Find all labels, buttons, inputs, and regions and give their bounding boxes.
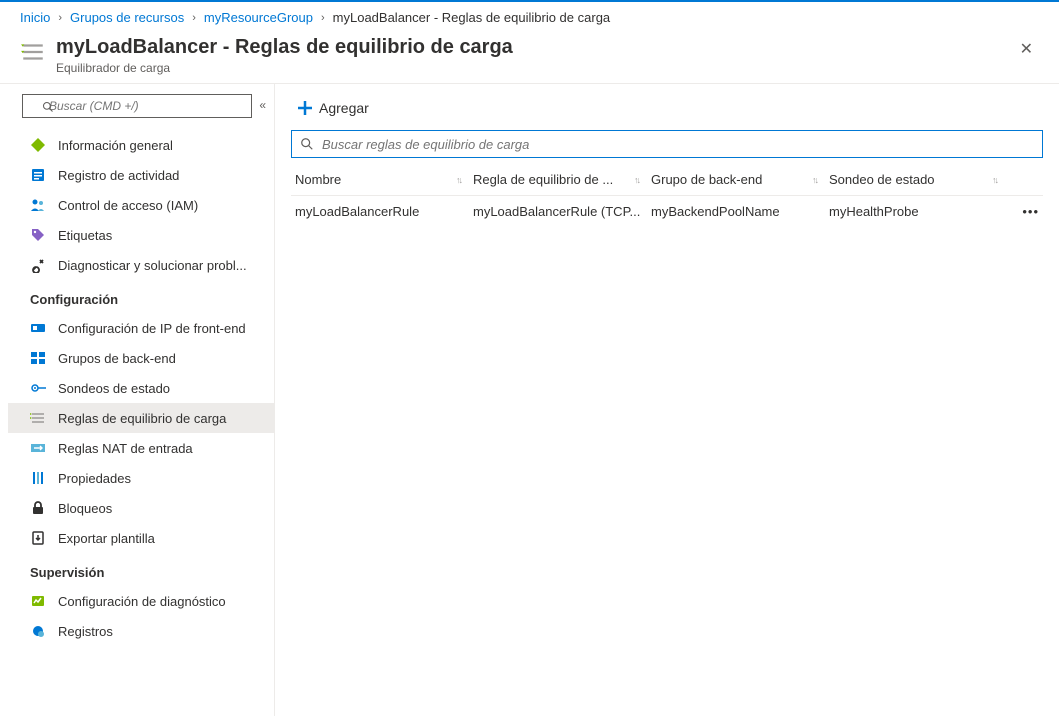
properties-icon <box>30 470 46 486</box>
sidebar-item-diagnose[interactable]: Diagnosticar y solucionar probl... <box>8 250 274 280</box>
sidebar-item-label: Reglas de equilibrio de carga <box>58 411 260 426</box>
filter-row <box>291 130 1043 158</box>
sidebar-section-configuration: Configuración <box>8 280 274 313</box>
activity-log-icon <box>30 167 46 183</box>
locks-icon <box>30 500 46 516</box>
sidebar-item-health-probes[interactable]: Sondeos de estado <box>8 373 274 403</box>
overview-icon <box>30 137 46 153</box>
sidebar-item-tags[interactable]: Etiquetas <box>8 220 274 250</box>
cell-pool: myBackendPoolName <box>651 204 829 219</box>
sidebar-item-lb-rules[interactable]: Reglas de equilibrio de carga <box>8 403 274 433</box>
chevron-right-icon: › <box>321 12 325 24</box>
breadcrumb-item-current: myLoadBalancer - Reglas de equilibrio de… <box>333 10 611 25</box>
sidebar-item-label: Etiquetas <box>58 228 260 243</box>
column-header-name[interactable]: Nombre <box>295 172 341 187</box>
page-title: myLoadBalancer - Reglas de equilibrio de… <box>56 35 1004 59</box>
sidebar-item-label: Propiedades <box>58 471 260 486</box>
column-header-probe[interactable]: Sondeo de estado <box>829 172 935 187</box>
filter-box <box>291 130 1043 158</box>
column-header-rule[interactable]: Regla de equilibrio de ... <box>473 172 613 187</box>
cell-rule: myLoadBalancerRule (TCP... <box>473 204 651 219</box>
breadcrumb: Inicio › Grupos de recursos › myResource… <box>0 2 1059 29</box>
close-button[interactable]: ✕ <box>1014 35 1039 63</box>
sort-icon: ↑↓ <box>812 175 817 185</box>
add-button[interactable]: Agregar <box>291 96 375 120</box>
toolbar: Agregar <box>291 90 1043 130</box>
table-row[interactable]: myLoadBalancerRule myLoadBalancerRule (T… <box>291 196 1043 227</box>
sidebar-item-label: Exportar plantilla <box>58 531 260 546</box>
access-control-icon <box>30 197 46 213</box>
sidebar-item-label: Información general <box>58 138 260 153</box>
add-button-label: Agregar <box>319 100 369 116</box>
cell-name: myLoadBalancerRule <box>295 204 473 219</box>
diagnostic-settings-icon <box>30 593 46 609</box>
logs-icon <box>30 623 46 639</box>
page-header: myLoadBalancer - Reglas de equilibrio de… <box>0 29 1059 84</box>
sidebar: « Información general Registro de activi… <box>0 84 275 716</box>
sidebar-item-frontend-ip[interactable]: Configuración de IP de front-end <box>8 313 274 343</box>
search-icon <box>300 137 314 151</box>
nat-rules-icon <box>30 440 46 456</box>
sidebar-item-label: Grupos de back-end <box>58 351 260 366</box>
column-header-pool[interactable]: Grupo de back-end <box>651 172 762 187</box>
sidebar-item-access-control[interactable]: Control de acceso (IAM) <box>8 190 274 220</box>
sidebar-item-label: Configuración de IP de front-end <box>58 321 260 336</box>
sidebar-item-nat-rules[interactable]: Reglas NAT de entrada <box>8 433 274 463</box>
sort-icon: ↑↓ <box>634 175 639 185</box>
sidebar-search-input[interactable] <box>22 94 252 118</box>
diagnose-icon <box>30 257 46 273</box>
frontend-ip-icon <box>30 320 46 336</box>
sidebar-item-label: Sondeos de estado <box>58 381 260 396</box>
cell-probe: myHealthProbe <box>829 204 1009 219</box>
sidebar-item-activity-log[interactable]: Registro de actividad <box>8 160 274 190</box>
sidebar-search <box>22 94 252 118</box>
row-context-menu-button[interactable]: ••• <box>1009 204 1039 219</box>
sidebar-item-logs[interactable]: Registros <box>8 616 274 646</box>
collapse-sidebar-button[interactable]: « <box>259 98 266 112</box>
sidebar-item-backend-pools[interactable]: Grupos de back-end <box>8 343 274 373</box>
sidebar-item-overview[interactable]: Información general <box>8 130 274 160</box>
sort-icon: ↑↓ <box>456 175 461 185</box>
sidebar-item-label: Diagnosticar y solucionar probl... <box>58 258 260 273</box>
backend-pools-icon <box>30 350 46 366</box>
sidebar-item-label: Registros <box>58 624 260 639</box>
sidebar-item-label: Configuración de diagnóstico <box>58 594 260 609</box>
sidebar-item-properties[interactable]: Propiedades <box>8 463 274 493</box>
plus-icon <box>297 100 313 116</box>
tags-icon <box>30 227 46 243</box>
sidebar-item-diagnostic-settings[interactable]: Configuración de diagnóstico <box>8 586 274 616</box>
sidebar-section-monitoring: Supervisión <box>8 553 274 586</box>
health-probes-icon <box>30 380 46 396</box>
breadcrumb-item-resource-groups[interactable]: Grupos de recursos <box>70 10 184 25</box>
breadcrumb-item-my-resource-group[interactable]: myResourceGroup <box>204 10 313 25</box>
sidebar-item-label: Registro de actividad <box>58 168 260 183</box>
search-icon <box>42 101 54 113</box>
sidebar-item-label: Reglas NAT de entrada <box>58 441 260 456</box>
sidebar-item-label: Bloqueos <box>58 501 260 516</box>
main-content: Agregar Nombre ↑↓ Regla de equilibrio de… <box>275 84 1059 716</box>
sidebar-item-label: Control de acceso (IAM) <box>58 198 260 213</box>
chevron-right-icon: › <box>58 12 62 24</box>
rules-filter-input[interactable] <box>322 137 1034 152</box>
sort-icon: ↑↓ <box>992 175 997 185</box>
sidebar-item-locks[interactable]: Bloqueos <box>8 493 274 523</box>
load-balancer-rules-icon <box>20 39 46 65</box>
chevron-right-icon: › <box>192 12 196 24</box>
lb-rules-icon <box>30 410 46 426</box>
page-subtitle: Equilibrador de carga <box>56 61 1004 75</box>
sidebar-item-export-template[interactable]: Exportar plantilla <box>8 523 274 553</box>
breadcrumb-item-home[interactable]: Inicio <box>20 10 50 25</box>
export-template-icon <box>30 530 46 546</box>
grid-header: Nombre ↑↓ Regla de equilibrio de ... ↑↓ … <box>291 164 1043 196</box>
